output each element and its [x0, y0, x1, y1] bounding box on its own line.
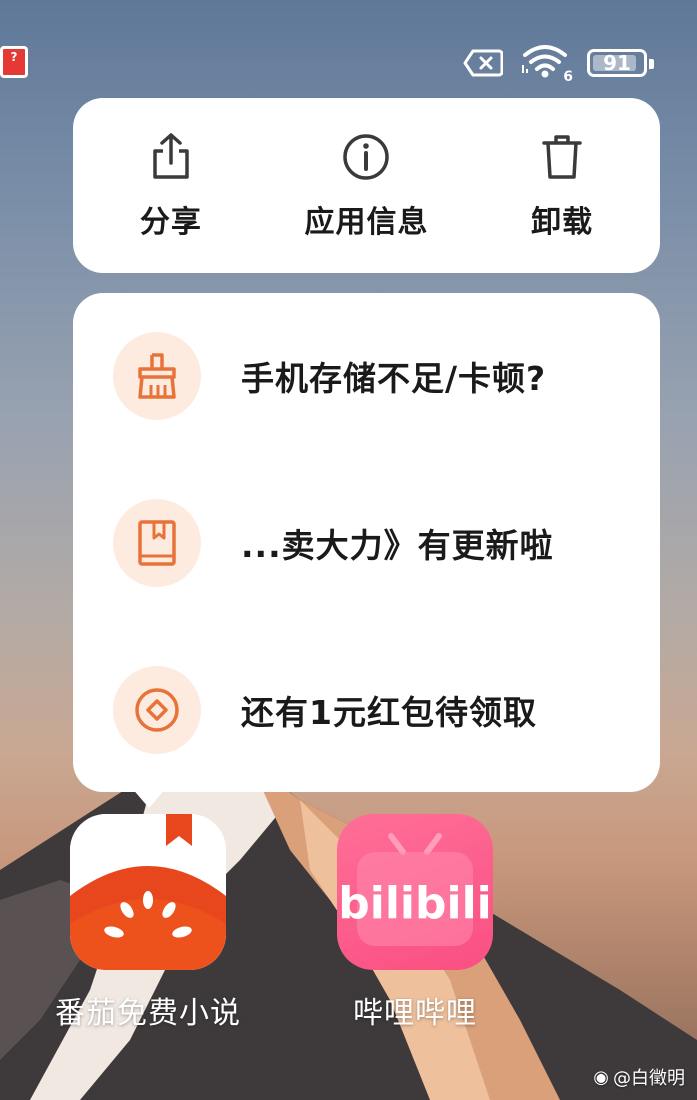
wifi-status: 6	[521, 43, 573, 85]
book-icon	[138, 520, 176, 566]
broom-icon	[138, 353, 176, 399]
shortcut-label: ...卖大力》有更新啦	[241, 526, 554, 565]
shortcut-icon-bg	[113, 332, 201, 420]
menu-pointer	[125, 780, 173, 808]
watermark: ◉ @白徵明	[593, 1064, 685, 1090]
share-label: 分享	[139, 204, 202, 240]
shortcut-label: 还有1元红包待领取	[241, 693, 537, 732]
fanqie-novel-icon	[70, 814, 226, 970]
quick-action-menu: 分享 应用信息 卸载	[73, 98, 660, 273]
watermark-text: @白徵明	[613, 1068, 685, 1089]
trash-icon	[542, 134, 582, 179]
app-label: 哔哩哔哩	[353, 996, 477, 1031]
app-bilibili[interactable]: bilibili 哔哩哔哩	[337, 814, 493, 1032]
wifi-badge: 6	[563, 69, 573, 85]
shortcut-storage-cleanup[interactable]: 手机存储不足/卡顿?	[113, 331, 630, 421]
app-label: 番茄免费小说	[55, 996, 241, 1031]
bilibili-icon: bilibili	[337, 814, 493, 970]
bilibili-logo-text: bilibili	[338, 878, 491, 929]
battery-level: 91	[603, 51, 631, 75]
shortcut-book-update[interactable]: ...卖大力》有更新啦	[113, 498, 630, 588]
app-notification-icon: ?	[0, 46, 28, 78]
wifi-icon	[522, 45, 567, 78]
app-shortcuts-menu: 手机存储不足/卡顿? ...卖大力》有更新啦 还有1元红包待领取	[73, 293, 660, 792]
shortcut-icon-bg	[113, 666, 201, 754]
status-bar: 6 91	[463, 43, 654, 85]
tomato-logo	[70, 814, 226, 970]
share-icon	[153, 132, 189, 179]
uninstall-button[interactable]: 卸载	[472, 131, 652, 241]
coin-icon	[135, 688, 179, 732]
sim-card-blocked-icon	[463, 49, 503, 77]
app-fanqie-novel[interactable]: 番茄免费小说	[55, 814, 241, 1032]
app-info-button[interactable]: 应用信息	[276, 131, 456, 241]
shortcut-red-packet[interactable]: 还有1元红包待领取	[113, 665, 630, 755]
weibo-icon: ◉	[593, 1066, 609, 1088]
app-info-label: 应用信息	[304, 204, 429, 240]
share-button[interactable]: 分享	[81, 131, 261, 241]
shortcut-label: 手机存储不足/卡顿?	[241, 359, 547, 398]
bilibili-logo: bilibili	[338, 833, 492, 946]
battery-cap	[649, 59, 654, 69]
info-icon	[343, 133, 390, 180]
battery-icon: 91	[587, 49, 654, 77]
shortcut-icon-bg	[113, 499, 201, 587]
uninstall-label: 卸载	[531, 204, 594, 240]
